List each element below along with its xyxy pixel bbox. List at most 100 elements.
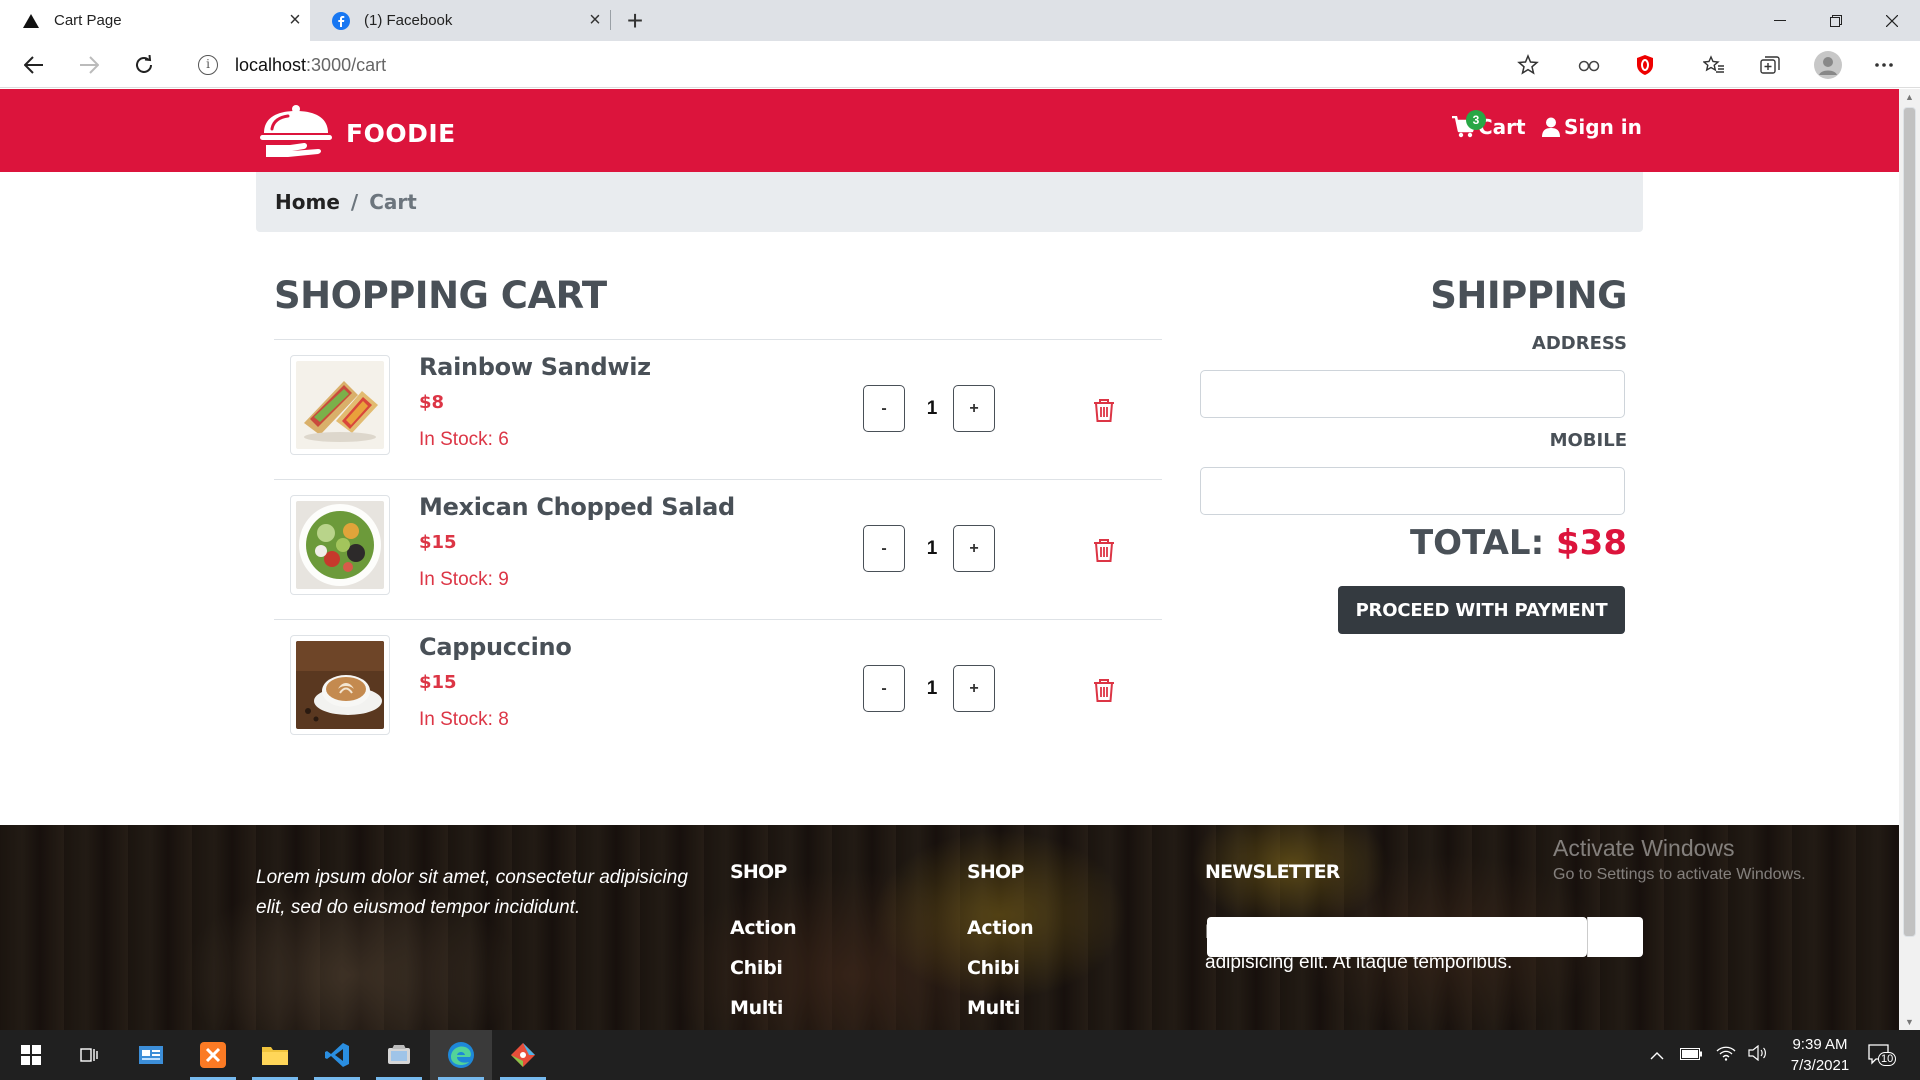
product-image xyxy=(290,355,390,455)
cart-count-badge: 3 xyxy=(1466,110,1486,130)
trash-icon[interactable] xyxy=(1093,678,1115,702)
trash-icon[interactable] xyxy=(1093,398,1115,422)
more-menu-icon[interactable] xyxy=(1868,49,1900,81)
control-panel-icon[interactable] xyxy=(120,1030,182,1080)
close-window-icon[interactable] xyxy=(1864,0,1920,41)
signin-label: Sign in xyxy=(1564,115,1642,139)
browser-tab-cart[interactable]: Cart Page × xyxy=(0,0,310,41)
collections-icon[interactable] xyxy=(1754,49,1786,81)
decrease-qty-button[interactable]: - xyxy=(863,665,905,712)
total-label: TOTAL: xyxy=(1409,523,1545,563)
brand-logo[interactable]: FOODIE xyxy=(258,103,456,164)
footer-newsletter-heading: NEWSLETTER xyxy=(1205,861,1340,883)
tab-close-icon[interactable]: × xyxy=(280,9,310,32)
xampp-icon[interactable] xyxy=(182,1030,244,1080)
favorites-list-icon[interactable] xyxy=(1698,49,1730,81)
footer-link-action[interactable]: Action xyxy=(730,917,797,939)
increase-qty-button[interactable]: + xyxy=(953,525,995,572)
product-name[interactable]: Mexican Chopped Salad xyxy=(419,493,735,521)
notification-center-icon[interactable]: 10 xyxy=(1868,1030,1897,1080)
tab-close-icon[interactable]: × xyxy=(580,9,610,32)
footer-shop-heading: SHOP xyxy=(967,861,1024,883)
order-total: TOTAL: $38 xyxy=(1410,523,1627,563)
proceed-payment-button[interactable]: PROCEED WITH PAYMENT xyxy=(1338,586,1625,634)
activate-windows-watermark: Activate Windows Go to Settings to activ… xyxy=(1553,835,1806,884)
cart-item: Cappuccino $15 In Stock: 8 - 1 + xyxy=(274,620,1162,759)
product-price: $8 xyxy=(419,392,445,413)
footer-link-action[interactable]: Action xyxy=(967,917,1034,939)
decrease-qty-button[interactable]: - xyxy=(863,525,905,572)
stock-status: In Stock: 6 xyxy=(419,429,509,450)
signin-link[interactable]: Sign in xyxy=(1542,115,1642,139)
breadcrumb-home[interactable]: Home xyxy=(275,190,340,214)
cart-link[interactable]: 3 Cart xyxy=(1452,110,1526,139)
minimize-icon[interactable] xyxy=(1752,0,1808,41)
product-name[interactable]: Rainbow Sandwiz xyxy=(419,353,651,381)
vscode-icon[interactable] xyxy=(306,1030,368,1080)
footer-link-chibi[interactable]: Chibi xyxy=(967,957,1020,979)
address-bar[interactable]: i localhost:3000/cart xyxy=(180,45,1554,85)
stock-status: In Stock: 8 xyxy=(419,709,509,730)
breadcrumb-separator: / xyxy=(350,190,359,214)
taskbar-clock[interactable]: 9:39 AM 7/3/2021 xyxy=(1770,1034,1870,1076)
volume-icon[interactable] xyxy=(1748,1044,1768,1065)
cloche-icon xyxy=(258,103,334,164)
reload-icon[interactable] xyxy=(125,46,163,84)
brand-name: FOODIE xyxy=(346,119,456,148)
browser-tab-facebook[interactable]: (1) Facebook × xyxy=(310,0,610,41)
newsletter-send-button[interactable] xyxy=(1587,917,1643,957)
triangle-favicon-icon xyxy=(22,12,40,30)
opera-adblock-icon[interactable] xyxy=(1629,49,1661,81)
scroll-up-icon[interactable]: ▲ xyxy=(1899,89,1920,105)
edge-browser-icon[interactable] xyxy=(430,1030,492,1080)
site-info-icon[interactable]: i xyxy=(198,55,218,75)
browser-tab-strip: Cart Page × (1) Facebook × + xyxy=(0,0,1920,41)
scrollbar-thumb[interactable] xyxy=(1903,107,1916,937)
newsletter-email-input[interactable] xyxy=(1207,917,1587,957)
git-client-icon[interactable] xyxy=(492,1030,554,1080)
url-path: :3000/cart xyxy=(306,54,387,75)
back-arrow-icon[interactable] xyxy=(15,46,53,84)
mobile-input[interactable] xyxy=(1200,467,1625,515)
product-name[interactable]: Cappuccino xyxy=(419,633,572,661)
windows-start-icon[interactable] xyxy=(0,1030,62,1080)
increase-qty-button[interactable]: + xyxy=(953,665,995,712)
footer-link-multi[interactable]: Multi xyxy=(967,997,1020,1019)
favorite-star-icon[interactable] xyxy=(1512,49,1544,81)
restore-icon[interactable] xyxy=(1808,0,1864,41)
mobile-label: MOBILE xyxy=(1549,430,1627,451)
sandwich-image xyxy=(296,361,384,449)
tab-title: Cart Page xyxy=(54,12,122,29)
address-input[interactable] xyxy=(1200,370,1625,418)
scroll-down-icon[interactable]: ▼ xyxy=(1899,1014,1920,1030)
page-scrollbar[interactable]: ▲ ▼ xyxy=(1899,89,1920,1030)
new-tab-icon[interactable]: + xyxy=(618,4,652,38)
forward-arrow-icon[interactable] xyxy=(70,46,108,84)
decrease-qty-button[interactable]: - xyxy=(863,385,905,432)
address-label: ADDRESS xyxy=(1531,333,1627,354)
file-explorer-icon[interactable] xyxy=(244,1030,306,1080)
extension-icon[interactable] xyxy=(1573,49,1605,81)
product-image xyxy=(290,635,390,735)
task-view-icon[interactable] xyxy=(58,1030,120,1080)
browser-toolbar: i localhost:3000/cart xyxy=(0,41,1920,88)
watermark-subtitle: Go to Settings to activate Windows. xyxy=(1553,866,1806,883)
snipping-tool-icon[interactable] xyxy=(368,1030,430,1080)
shipping-title: SHIPPING xyxy=(1430,274,1627,317)
profile-avatar-icon[interactable] xyxy=(1812,49,1844,81)
increase-qty-button[interactable]: + xyxy=(953,385,995,432)
breadcrumb-current: Cart xyxy=(369,190,417,214)
battery-icon[interactable] xyxy=(1680,1047,1702,1064)
windows-taskbar: 9:39 AM 7/3/2021 10 xyxy=(0,1030,1920,1080)
quantity-value: 1 xyxy=(926,538,938,559)
footer-link-chibi[interactable]: Chibi xyxy=(730,957,783,979)
chevron-up-icon[interactable] xyxy=(1650,1047,1664,1064)
footer-link-multi[interactable]: Multi xyxy=(730,997,783,1019)
url-host: localhost xyxy=(235,54,307,75)
trash-icon[interactable] xyxy=(1093,538,1115,562)
product-price: $15 xyxy=(419,672,457,693)
cappuccino-image xyxy=(296,641,384,729)
wifi-icon[interactable] xyxy=(1716,1045,1736,1065)
clock-date: 7/3/2021 xyxy=(1790,1057,1850,1074)
notification-count: 10 xyxy=(1878,1052,1897,1066)
